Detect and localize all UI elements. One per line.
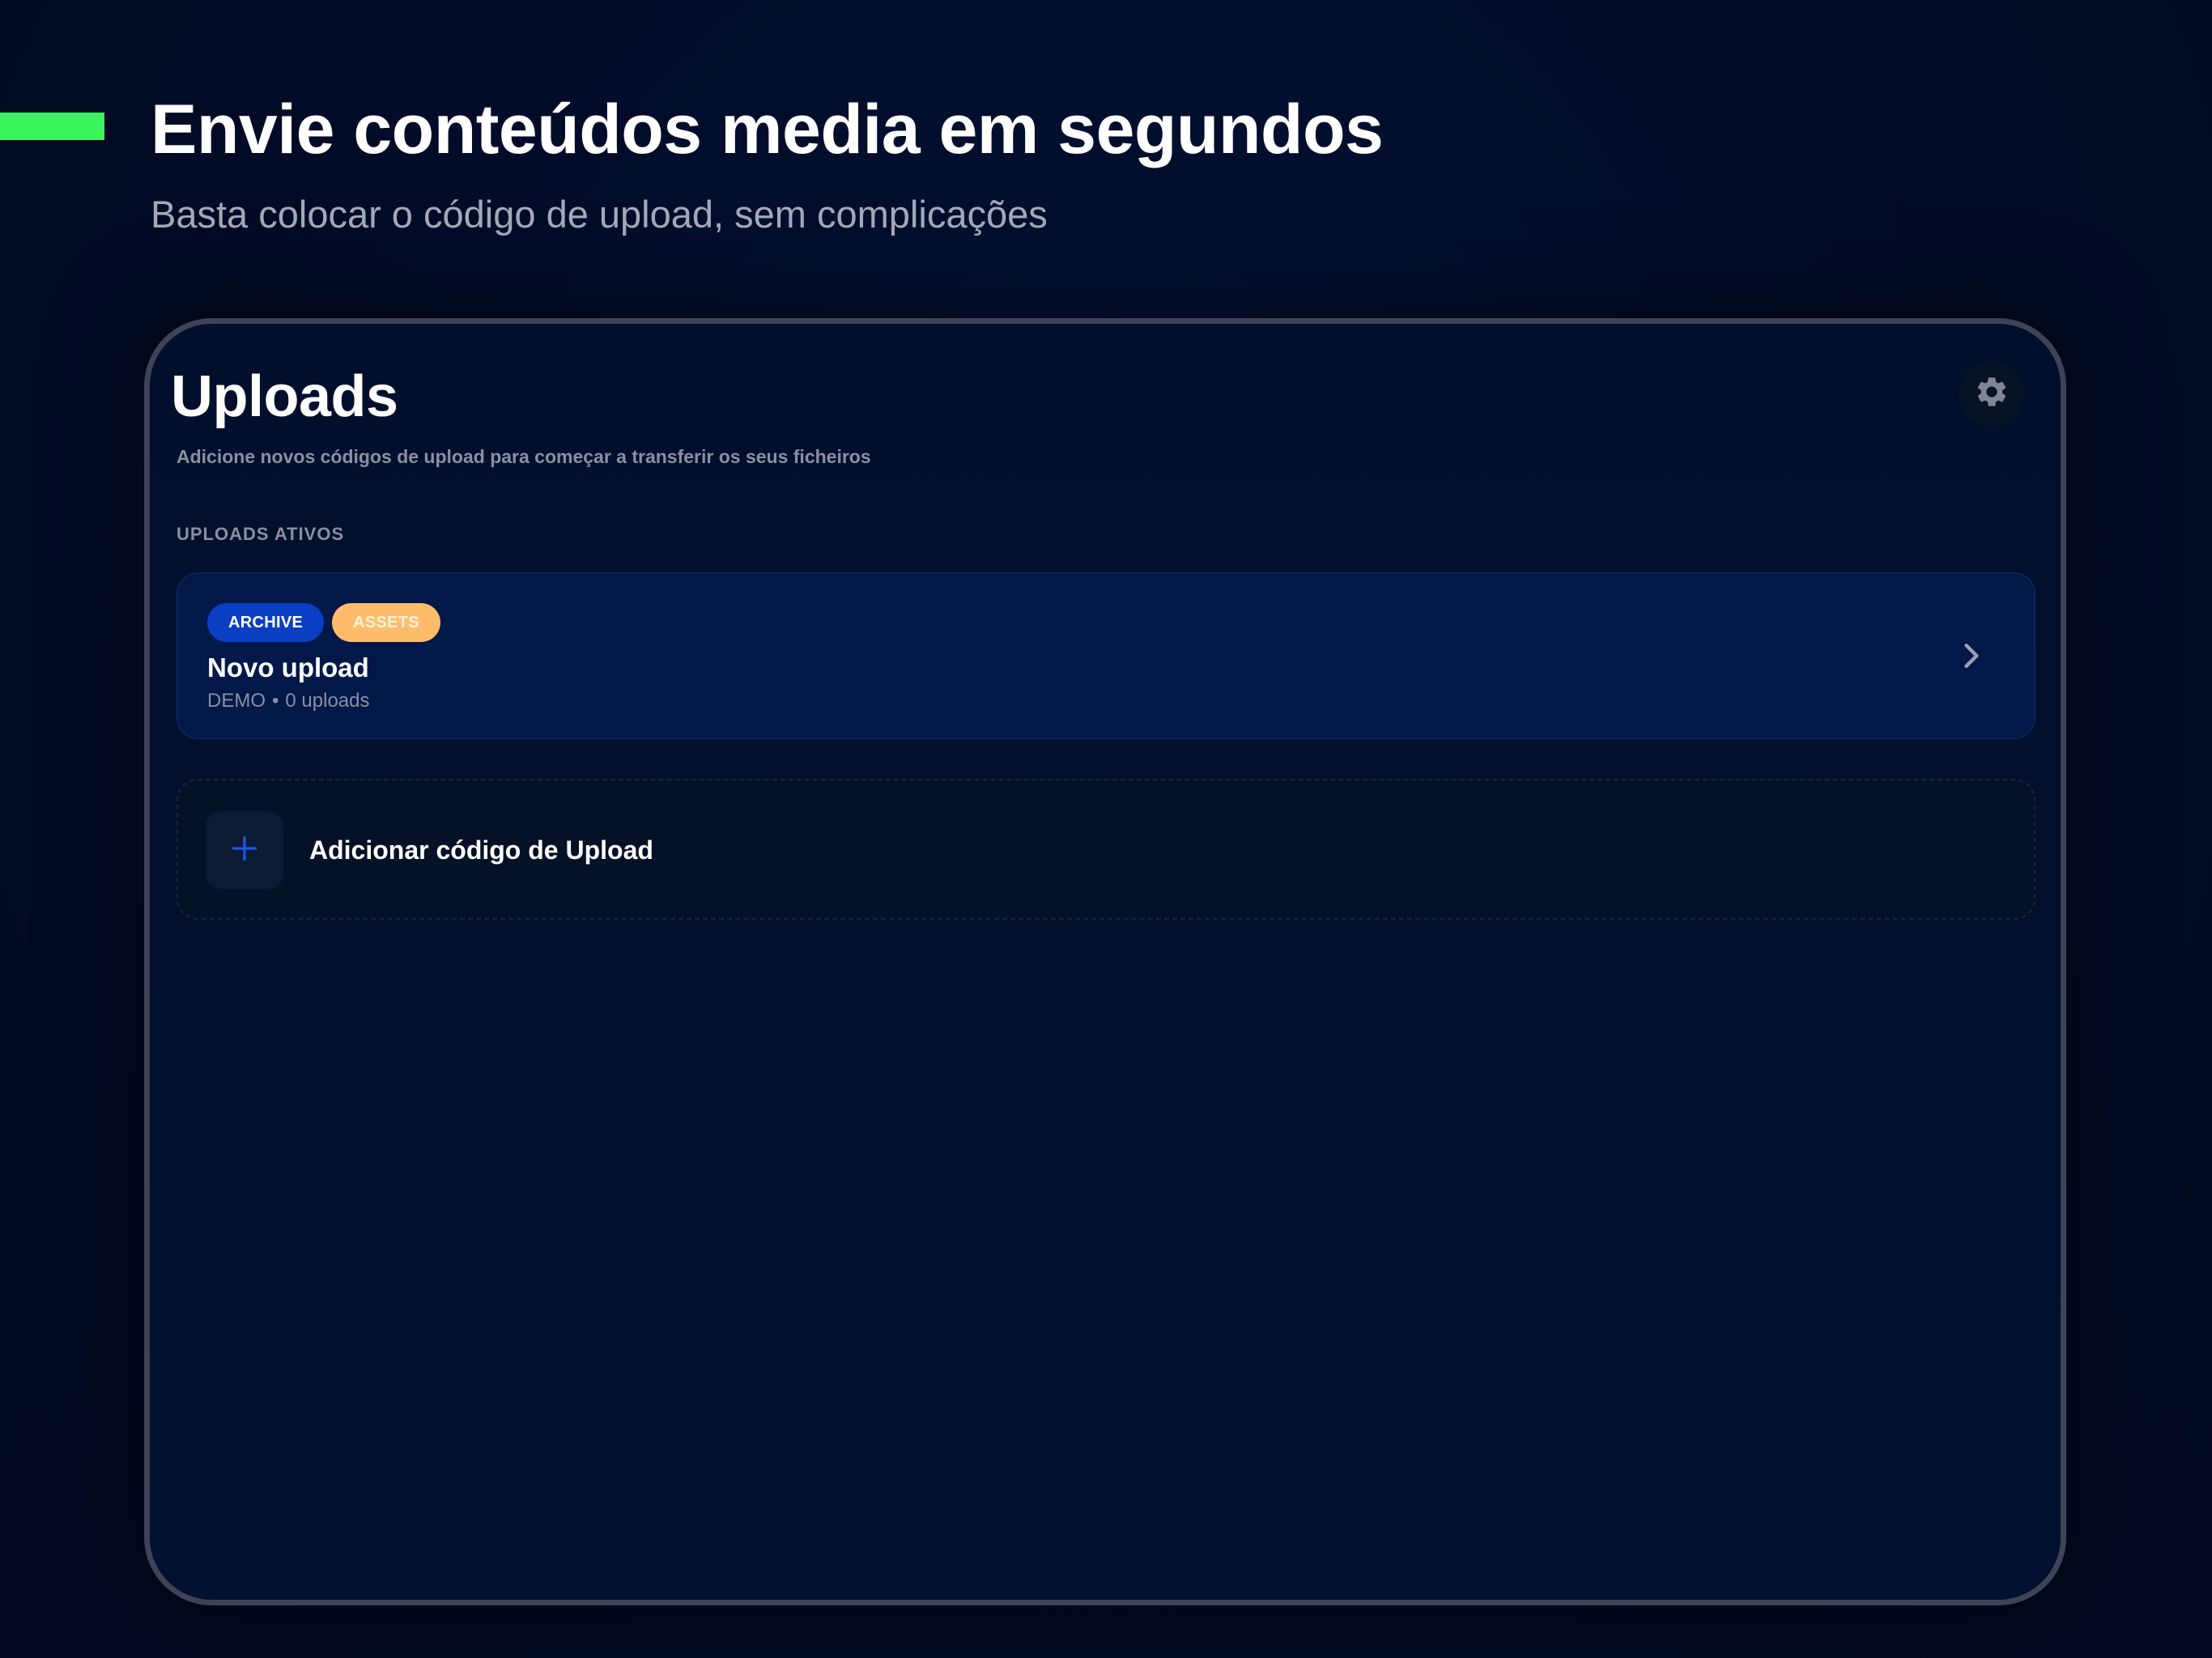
upload-meta: DEMO • 0 uploads [207, 687, 370, 715]
badge-group: ARCHIVE ASSETS [207, 603, 440, 642]
section-label-active-uploads: UPLOADS ATIVOS [177, 524, 345, 544]
settings-button[interactable] [1959, 361, 2024, 426]
accent-bar [0, 113, 104, 140]
chevron-right-icon [1953, 638, 1989, 674]
page-subtitle: Adicione novos códigos de upload para co… [177, 446, 871, 467]
meta-separator: • [272, 690, 279, 712]
add-upload-code-button[interactable]: Adicionar código de Upload [177, 779, 2035, 920]
add-icon-box [206, 811, 283, 889]
device-frame [144, 318, 2066, 1605]
upload-code: DEMO [207, 690, 266, 712]
badge-assets: ASSETS [332, 603, 440, 642]
hero-subtitle: Basta colocar o código de upload, sem co… [151, 193, 1048, 236]
device-screen [150, 324, 2061, 1600]
badge-archive: ARCHIVE [207, 603, 325, 642]
upload-name: Novo upload [207, 653, 369, 682]
add-upload-code-label: Adicionar código de Upload [309, 835, 653, 865]
hero-title: Envie conteúdos media em segundos [151, 91, 1384, 168]
plus-icon [230, 834, 259, 867]
upload-count: 0 uploads [285, 690, 370, 712]
upload-card-novo-upload[interactable]: ARCHIVE ASSETS Novo upload DEMO • 0 upload… [177, 572, 2035, 739]
gear-icon [1974, 374, 2010, 414]
page-title: Uploads [171, 364, 398, 429]
